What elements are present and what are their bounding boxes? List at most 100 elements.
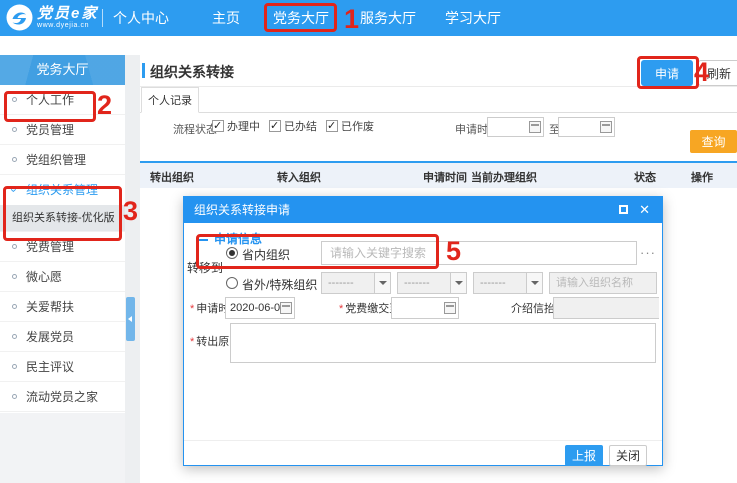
fee-paid-until-input[interactable] xyxy=(391,297,459,319)
col-action: 操作 xyxy=(691,169,713,185)
sidebar-item-fee-mgmt[interactable]: 党费管理 xyxy=(0,232,125,262)
radio-province-org[interactable] xyxy=(226,247,238,259)
bullet-icon xyxy=(12,157,17,162)
nav-service-hall[interactable]: 服务大厅 xyxy=(360,0,416,36)
status-filter-label: 流程状态 xyxy=(173,121,217,137)
refresh-button[interactable]: 刷新 xyxy=(698,60,737,86)
modal-close-button[interactable]: 关闭 xyxy=(609,445,647,466)
checkbox-voided[interactable]: 已作废 xyxy=(326,118,374,134)
select-value: ------- xyxy=(328,277,354,289)
apply-time-input[interactable]: 2020-06-09 xyxy=(225,297,295,319)
sidebar-item-label: 民主评议 xyxy=(26,360,74,374)
site-logo[interactable]: 党员e家 www.dyejia.cn xyxy=(6,4,98,31)
section-label: 申请信息 xyxy=(214,232,262,246)
nav-party-hall[interactable]: 党务大厅 xyxy=(273,0,329,36)
modal-title-bar: 组织关系转接申请 ✕ xyxy=(184,197,662,223)
bullet-icon xyxy=(12,364,17,369)
sidebar-subitem-label: 组织关系转接-优化版 xyxy=(12,212,115,224)
checkbox-label: 已办结 xyxy=(284,118,317,134)
region-select-3[interactable]: ------- xyxy=(473,272,543,294)
transfer-to-label: 转移到 xyxy=(187,259,223,276)
nav-personal-center[interactable]: 个人中心 xyxy=(113,0,169,36)
more-options-icon[interactable]: ··· xyxy=(640,245,656,260)
maximize-icon[interactable] xyxy=(619,205,628,214)
status-checkbox-group: 办理中 已办结 已作废 xyxy=(212,118,374,134)
modal-footer-divider xyxy=(184,440,662,441)
sidebar-subitem-org-transfer[interactable]: 组织关系转接-优化版 xyxy=(0,205,125,232)
sidebar-item-label: 党员管理 xyxy=(26,123,74,137)
sidebar-item-mobile-member-home[interactable]: 流动党员之家 xyxy=(0,382,125,412)
col-status: 状态 xyxy=(634,169,656,185)
checkbox-checked-icon xyxy=(326,120,338,132)
intro-letter-input xyxy=(553,297,659,319)
apply-button[interactable]: 申请 xyxy=(641,60,693,86)
sidebar-menu: 个人工作 党员管理 党组织管理 »组织关系管理 组织关系转接-优化版 党费管理 … xyxy=(0,85,125,412)
sidebar: 党务大厅 个人工作 党员管理 党组织管理 »组织关系管理 组织关系转接-优化版 … xyxy=(0,55,125,412)
nav-home[interactable]: 主页 xyxy=(212,0,240,36)
sidebar-item-label: 组织关系管理 xyxy=(26,183,98,197)
select-value: ------- xyxy=(480,277,506,289)
apply-time-value: 2020-06-09 xyxy=(230,302,286,314)
section-apply-info[interactable]: 申请信息 xyxy=(198,230,262,247)
sidebar-item-member-mgmt[interactable]: 党员管理 xyxy=(0,115,125,145)
sidebar-background xyxy=(0,413,125,483)
sidebar-item-micro-wish[interactable]: 微心愿 xyxy=(0,262,125,292)
bullet-icon xyxy=(12,394,17,399)
col-current-org: 当前办理组织 xyxy=(471,169,537,185)
region-select-2[interactable]: ------- xyxy=(397,272,467,294)
col-transfer-in-org: 转入组织 xyxy=(277,169,321,185)
col-apply-time: 申请时间 xyxy=(423,169,467,185)
collapse-minus-icon xyxy=(198,239,208,241)
sidebar-item-org-mgmt[interactable]: 党组织管理 xyxy=(0,145,125,175)
checkbox-in-progress[interactable]: 办理中 xyxy=(212,118,260,134)
screen: 党员e家 www.dyejia.cn 个人中心 主页 党务大厅 服务大厅 学习大… xyxy=(0,0,737,483)
sidebar-item-org-relation-mgmt[interactable]: »组织关系管理 xyxy=(0,175,125,205)
calendar-icon[interactable] xyxy=(529,121,541,133)
calendar-icon[interactable] xyxy=(444,302,456,314)
org-name-input[interactable] xyxy=(549,272,657,294)
sidebar-item-democratic-review[interactable]: 民主评议 xyxy=(0,352,125,382)
apply-time-from-input[interactable] xyxy=(487,117,544,137)
checkbox-label: 已作废 xyxy=(341,118,374,134)
apply-time-to-input[interactable] xyxy=(558,117,615,137)
sidebar-item-label: 个人工作 xyxy=(26,93,74,107)
bullet-icon xyxy=(12,97,17,102)
checkbox-completed[interactable]: 已办结 xyxy=(269,118,317,134)
sidebar-collapse-handle[interactable] xyxy=(126,297,135,341)
checkbox-label: 办理中 xyxy=(227,118,260,134)
sidebar-item-label: 流动党员之家 xyxy=(26,390,98,404)
sidebar-item-care-support[interactable]: 关爱帮扶 xyxy=(0,292,125,322)
region-select-1[interactable]: ------- xyxy=(321,272,391,294)
transfer-reason-textarea[interactable] xyxy=(230,323,656,363)
search-button[interactable]: 查询 xyxy=(690,130,737,153)
calendar-icon[interactable] xyxy=(280,302,292,314)
top-navbar: 党员e家 www.dyejia.cn 个人中心 主页 党务大厅 服务大厅 学习大… xyxy=(0,0,737,36)
tab-bar: 个人记录 xyxy=(140,87,737,113)
radio-outside-org[interactable] xyxy=(226,277,238,289)
tab-personal-records[interactable]: 个人记录 xyxy=(141,87,199,113)
sidebar-item-personal-work[interactable]: 个人工作 xyxy=(0,85,125,115)
sidebar-item-label: 党费管理 xyxy=(26,240,74,254)
bullet-icon xyxy=(12,334,17,339)
bullet-icon xyxy=(12,304,17,309)
modal-title: 组织关系转接申请 xyxy=(194,203,290,217)
keyword-search-input[interactable] xyxy=(321,241,637,265)
submit-button[interactable]: 上报 xyxy=(565,445,603,466)
radio-province-org-label[interactable]: 省内组织 xyxy=(242,246,290,263)
sidebar-item-label: 发展党员 xyxy=(26,330,74,344)
nav-study-hall[interactable]: 学习大厅 xyxy=(445,0,501,36)
sidebar-item-label: 关爱帮扶 xyxy=(26,300,74,314)
checkbox-checked-icon xyxy=(269,120,281,132)
col-transfer-out-org: 转出组织 xyxy=(150,169,194,185)
bullet-icon xyxy=(12,127,17,132)
sidebar-item-develop-member[interactable]: 发展党员 xyxy=(0,322,125,352)
sidebar-gap xyxy=(125,55,140,483)
chevron-down-icon xyxy=(526,273,542,293)
checkbox-checked-icon xyxy=(212,120,224,132)
close-icon[interactable]: ✕ xyxy=(639,197,650,223)
page-title: 组织关系转接 xyxy=(142,62,234,82)
table-header-row: 转出组织 转入组织 申请时间 当前办理组织 状态 操作 xyxy=(140,161,737,188)
sidebar-item-label: 党组织管理 xyxy=(26,153,86,167)
calendar-icon[interactable] xyxy=(600,121,612,133)
radio-outside-org-label[interactable]: 省外/特殊组织 xyxy=(242,276,317,293)
